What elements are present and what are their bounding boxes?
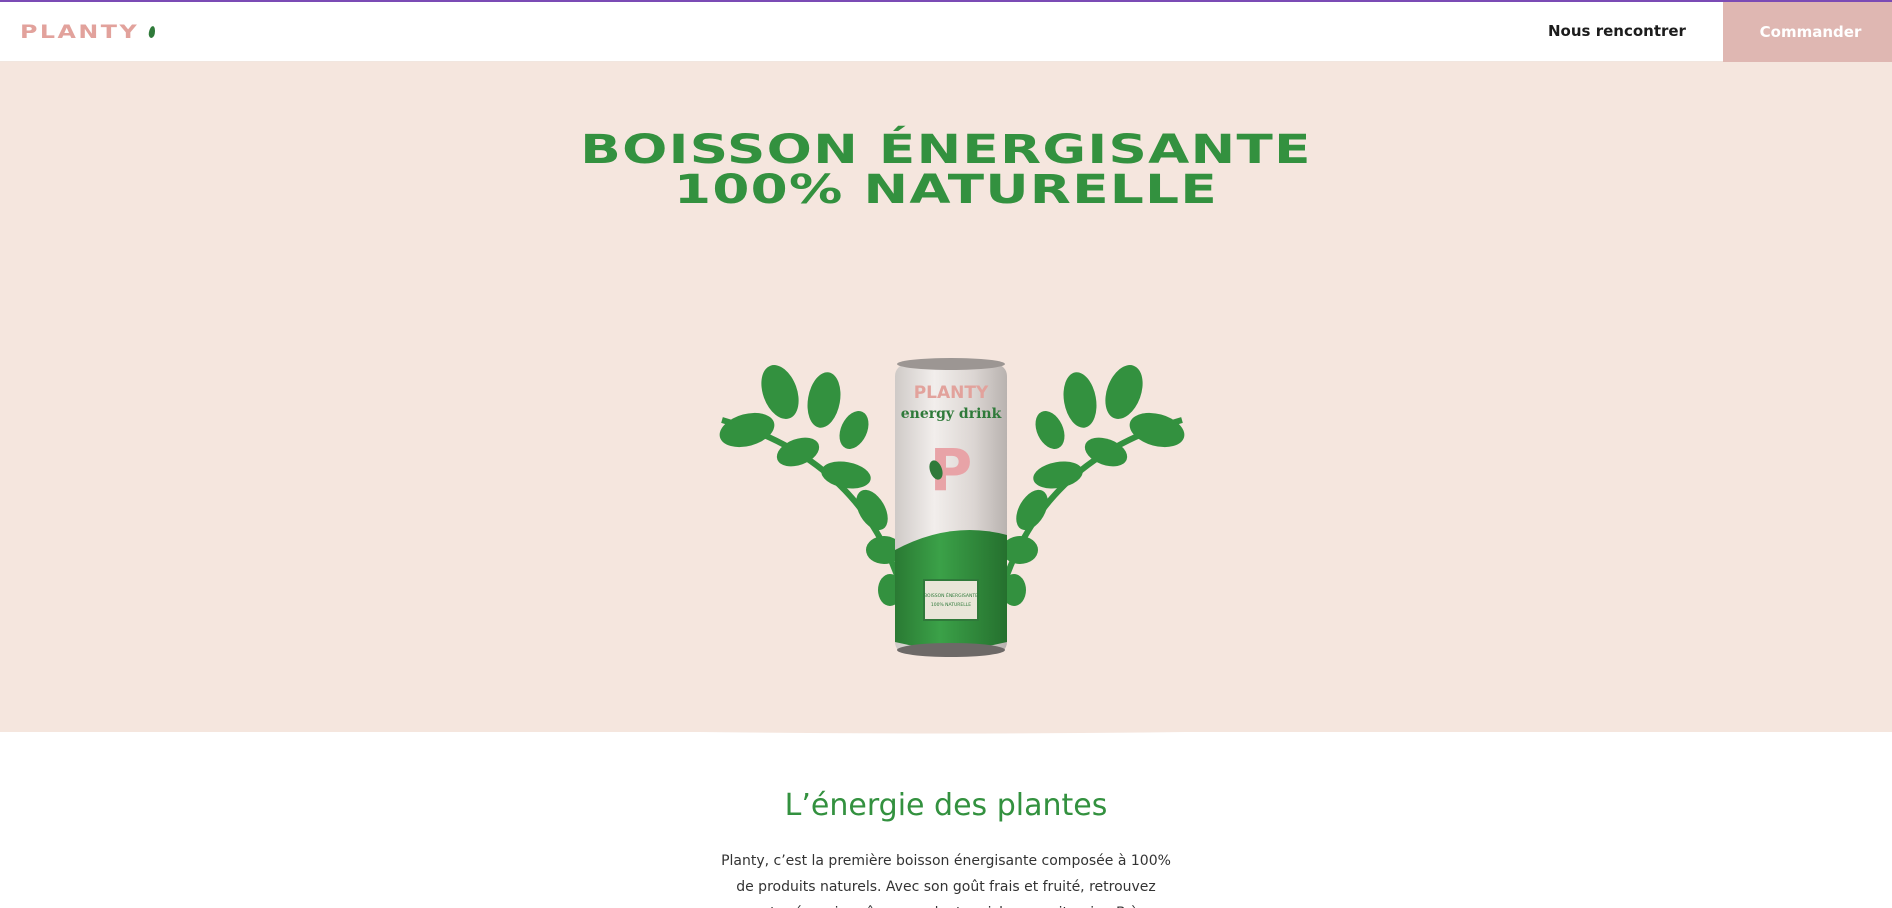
can-brand: PLANTY — [914, 383, 989, 403]
can-label-line-2: 100% NATURELLE — [931, 602, 971, 608]
order-button[interactable]: Commander — [1723, 2, 1892, 62]
leaf-icon — [148, 25, 157, 39]
energy-drink-can: BOISSON ÉNERGISANTE 100% NATURELLE PLANT… — [895, 358, 1007, 657]
logo-link[interactable]: PLANTY — [20, 21, 157, 43]
nav-link-nous-rencontrer[interactable]: Nous rencontrer — [1548, 22, 1686, 40]
product-illustration: BOISSON ÉNERGISANTE 100% NATURELLE PLANT… — [719, 358, 1185, 657]
right-branch-illustration — [999, 365, 1185, 606]
hero-title: BOISSON ÉNERGISANTE 100% NATURELLE — [0, 130, 1892, 210]
hero-title-line-1: BOISSON ÉNERGISANTE — [580, 127, 1312, 173]
can-subtitle: energy drink — [901, 406, 1002, 422]
about-description: Planty, c’est la première boisson énergi… — [721, 853, 1171, 908]
hero-title-line-2: 100% NATURELLE — [673, 167, 1219, 213]
about-section-title: L’énergie des plantes — [784, 788, 1108, 823]
site-header: PLANTY Nous rencontrer Commander — [0, 2, 1892, 62]
left-branch-illustration — [719, 365, 905, 606]
hero-bottom-curve — [0, 702, 1892, 734]
logo-text: PLANTY — [20, 21, 140, 43]
